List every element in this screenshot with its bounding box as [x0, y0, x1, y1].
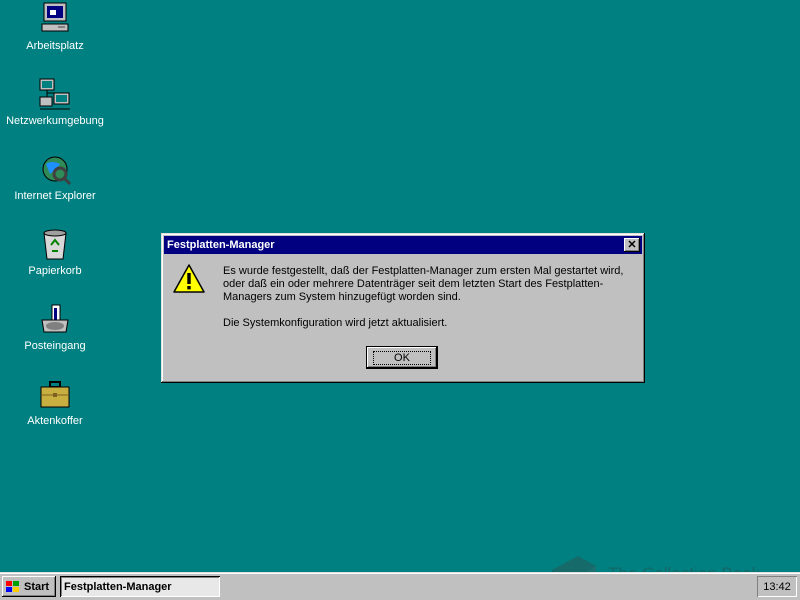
desktop-icon-label: Arbeitsplatz	[26, 40, 84, 52]
windows-logo-icon	[6, 580, 19, 592]
network-icon	[38, 77, 72, 111]
close-icon: ✕	[627, 238, 637, 251]
warning-icon	[173, 263, 205, 295]
message-text-1: Es wurde festgestellt, daß der Festplatt…	[223, 265, 624, 303]
start-label: Start	[24, 580, 50, 593]
briefcase-icon	[38, 377, 72, 411]
desktop-icon-netzwerkumgebung[interactable]: Netzwerkumgebung	[0, 77, 110, 127]
desktop-icon-aktenkoffer[interactable]: Aktenkoffer	[0, 377, 110, 427]
desktop-icon-label: Netzwerkumgebung	[6, 115, 104, 127]
desktop-icon-posteingang[interactable]: Posteingang	[0, 302, 110, 352]
start-button[interactable]: Start	[2, 576, 56, 597]
taskbar-item-festplatten-manager[interactable]: Festplatten-Manager	[60, 576, 220, 597]
recycle-bin-icon	[38, 227, 72, 261]
desktop-icon-internet-explorer[interactable]: Internet Explorer	[0, 152, 110, 202]
ok-button[interactable]: OK	[366, 346, 438, 369]
dialog-titlebar[interactable]: Festplatten-Manager ✕	[164, 236, 642, 254]
internet-explorer-icon	[38, 152, 72, 186]
close-button[interactable]: ✕	[624, 238, 640, 252]
desktop-icon-label: Posteingang	[24, 340, 86, 352]
desktop-icon-papierkorb[interactable]: Papierkorb	[0, 227, 110, 277]
taskbar-item-label: Festplatten-Manager	[64, 580, 172, 593]
inbox-icon	[38, 302, 72, 336]
dialog-title: Festplatten-Manager	[167, 239, 275, 251]
festplatten-manager-dialog: Festplatten-Manager ✕ Es wurde festgeste…	[161, 233, 645, 383]
desktop-icon-label: Aktenkoffer	[27, 415, 83, 427]
desktop-icon-label: Internet Explorer	[14, 190, 96, 202]
desktop-icon-label: Papierkorb	[28, 265, 82, 277]
system-tray: 13:42	[757, 576, 797, 597]
clock[interactable]: 13:42	[763, 581, 791, 593]
message-text-2: Die Systemkonfiguration wird jetzt aktua…	[223, 317, 448, 329]
computer-icon	[38, 2, 72, 36]
dialog-message: Es wurde festgestellt, daß der Festplatt…	[223, 265, 633, 343]
taskbar: Start Festplatten-Manager 13:42	[0, 572, 800, 600]
ok-label: OK	[373, 350, 431, 365]
desktop-icon-arbeitsplatz[interactable]: Arbeitsplatz	[0, 2, 110, 52]
